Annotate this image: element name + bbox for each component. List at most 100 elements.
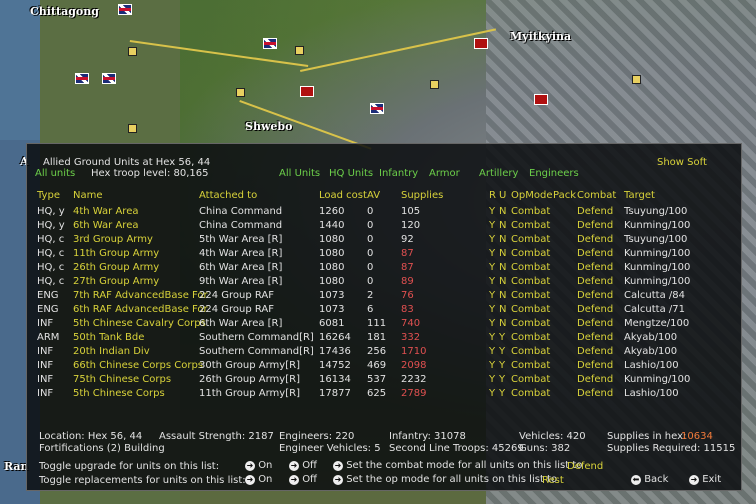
- cell-r[interactable]: Y: [489, 346, 495, 357]
- base-marker-icon[interactable]: [236, 88, 245, 97]
- cell-combat[interactable]: Defend: [577, 206, 613, 217]
- base-marker-icon[interactable]: [128, 47, 137, 56]
- cell-opmode[interactable]: Combat: [511, 318, 550, 329]
- cell-unit-name[interactable]: 11th Group Army: [73, 248, 159, 259]
- cell-u[interactable]: N: [499, 206, 506, 217]
- col-header-opmode[interactable]: OpMode: [511, 190, 552, 201]
- all-units-toggle[interactable]: All units: [35, 168, 75, 179]
- cell-r[interactable]: Y: [489, 276, 495, 287]
- filter-armor[interactable]: Armor: [429, 168, 460, 179]
- japanese-unit-flag-icon[interactable]: [474, 38, 488, 49]
- cell-u[interactable]: Y: [499, 346, 505, 357]
- show-soft-button[interactable]: Show Soft: [657, 157, 707, 168]
- cell-opmode[interactable]: Combat: [511, 290, 550, 301]
- cell-u[interactable]: N: [499, 276, 506, 287]
- cell-u[interactable]: Y: [499, 360, 505, 371]
- replacements-on-button[interactable]: ➜ On: [245, 474, 272, 485]
- cell-opmode[interactable]: Combat: [511, 332, 550, 343]
- cell-unit-name[interactable]: 27th Group Army: [73, 276, 159, 287]
- cell-opmode[interactable]: Combat: [511, 220, 550, 231]
- filter-hq-units[interactable]: HQ Units: [329, 168, 373, 179]
- cell-r[interactable]: Y: [489, 220, 495, 231]
- filter-all-units[interactable]: All Units: [279, 168, 320, 179]
- cell-r[interactable]: Y: [489, 206, 495, 217]
- upgrade-off-button[interactable]: ➜ Off: [289, 460, 317, 471]
- cell-u[interactable]: Y: [499, 374, 505, 385]
- op-mode-button[interactable]: ➜ Set the op mode for all units on this …: [333, 474, 557, 485]
- cell-combat[interactable]: Defend: [577, 290, 613, 301]
- cell-r[interactable]: Y: [489, 262, 495, 273]
- table-row[interactable]: INF 5th Chinese Corps 11th Group Army[R] 17…: [27, 388, 741, 402]
- table-row[interactable]: INF 66th Chinese Corps Corps 30th Group Ar…: [27, 360, 741, 374]
- cell-unit-name[interactable]: 4th War Area: [73, 206, 138, 217]
- combat-mode-button[interactable]: ➜ Set the combat mode for all units on t…: [333, 460, 582, 471]
- cell-combat[interactable]: Defend: [577, 332, 613, 343]
- cell-combat[interactable]: Defend: [577, 234, 613, 245]
- cell-combat[interactable]: Defend: [577, 360, 613, 371]
- japanese-unit-flag-icon[interactable]: [534, 94, 548, 105]
- cell-opmode[interactable]: Combat: [511, 304, 550, 315]
- cell-combat[interactable]: Defend: [577, 276, 613, 287]
- cell-opmode[interactable]: Combat: [511, 276, 550, 287]
- col-header-load[interactable]: Load cost: [319, 190, 367, 201]
- cell-unit-name[interactable]: 75th Chinese Corps: [73, 374, 171, 385]
- cell-u[interactable]: N: [499, 304, 506, 315]
- cell-combat[interactable]: Defend: [577, 262, 613, 273]
- cell-unit-name[interactable]: 6th RAF AdvancedBase For: [73, 304, 208, 315]
- base-marker-icon[interactable]: [430, 80, 439, 89]
- replacements-off-button[interactable]: ➜ Off: [289, 474, 317, 485]
- cell-combat[interactable]: Defend: [577, 346, 613, 357]
- cell-u[interactable]: Y: [499, 388, 505, 399]
- cell-r[interactable]: Y: [489, 388, 495, 399]
- col-header-type[interactable]: Type: [37, 190, 60, 201]
- table-row[interactable]: INF 20th Indian Div Southern Command[R] 174…: [27, 346, 741, 360]
- cell-opmode[interactable]: Combat: [511, 388, 550, 399]
- table-row[interactable]: ARM 50th Tank Bde Southern Command[R] 16264…: [27, 332, 741, 346]
- upgrade-on-button[interactable]: ➜ On: [245, 460, 272, 471]
- cell-unit-name[interactable]: 6th War Area: [73, 220, 138, 231]
- col-header-combat[interactable]: Combat: [577, 190, 616, 201]
- table-row[interactable]: HQ, y 6th War Area China Command 1440 0 120 Y N…: [27, 220, 741, 234]
- allied-unit-flag-icon[interactable]: [370, 103, 384, 114]
- table-row[interactable]: ENG 7th RAF AdvancedBase For 224 Group RAF…: [27, 290, 741, 304]
- cell-r[interactable]: Y: [489, 304, 495, 315]
- cell-u[interactable]: N: [499, 220, 506, 231]
- cell-r[interactable]: Y: [489, 318, 495, 329]
- cell-r[interactable]: Y: [489, 374, 495, 385]
- col-header-av[interactable]: AV: [367, 190, 380, 201]
- base-marker-icon[interactable]: [295, 46, 304, 55]
- allied-unit-flag-icon[interactable]: [118, 4, 132, 15]
- cell-combat[interactable]: Defend: [577, 318, 613, 329]
- table-row[interactable]: HQ, c 3rd Group Army 5th War Area [R] 1080 0…: [27, 234, 741, 248]
- col-header-attached[interactable]: Attached to: [199, 190, 257, 201]
- table-row[interactable]: ENG 6th RAF AdvancedBase For 224 Group RAF…: [27, 304, 741, 318]
- cell-unit-name[interactable]: 20th Indian Div: [73, 346, 150, 357]
- cell-u[interactable]: N: [499, 318, 506, 329]
- col-header-u[interactable]: U: [499, 190, 506, 201]
- cell-opmode[interactable]: Combat: [511, 346, 550, 357]
- cell-unit-name[interactable]: 7th RAF AdvancedBase For: [73, 290, 208, 301]
- cell-unit-name[interactable]: 3rd Group Army: [73, 234, 153, 245]
- table-row[interactable]: INF 5th Chinese Cavalry Corps 6th War Area…: [27, 318, 741, 332]
- col-header-r[interactable]: R: [489, 190, 496, 201]
- cell-r[interactable]: Y: [489, 248, 495, 259]
- cell-combat[interactable]: Defend: [577, 374, 613, 385]
- cell-u[interactable]: N: [499, 248, 506, 259]
- cell-r[interactable]: Y: [489, 360, 495, 371]
- col-header-supplies[interactable]: Supplies: [401, 190, 443, 201]
- table-row[interactable]: HQ, c 27th Group Army 9th War Area [R] 1080…: [27, 276, 741, 290]
- cell-combat[interactable]: Defend: [577, 220, 613, 231]
- filter-infantry[interactable]: Infantry: [379, 168, 418, 179]
- cell-r[interactable]: Y: [489, 290, 495, 301]
- exit-button[interactable]: ➜ Exit: [689, 474, 721, 485]
- japanese-unit-flag-icon[interactable]: [300, 86, 314, 97]
- cell-combat[interactable]: Defend: [577, 304, 613, 315]
- back-button[interactable]: ⬅ Back: [631, 474, 668, 485]
- cell-opmode[interactable]: Combat: [511, 248, 550, 259]
- cell-u[interactable]: N: [499, 290, 506, 301]
- cell-opmode[interactable]: Combat: [511, 262, 550, 273]
- table-row[interactable]: HQ, c 11th Group Army 4th War Area [R] 1080…: [27, 248, 741, 262]
- base-marker-icon[interactable]: [128, 124, 137, 133]
- cell-r[interactable]: Y: [489, 234, 495, 245]
- op-mode-value[interactable]: Rest: [542, 475, 564, 486]
